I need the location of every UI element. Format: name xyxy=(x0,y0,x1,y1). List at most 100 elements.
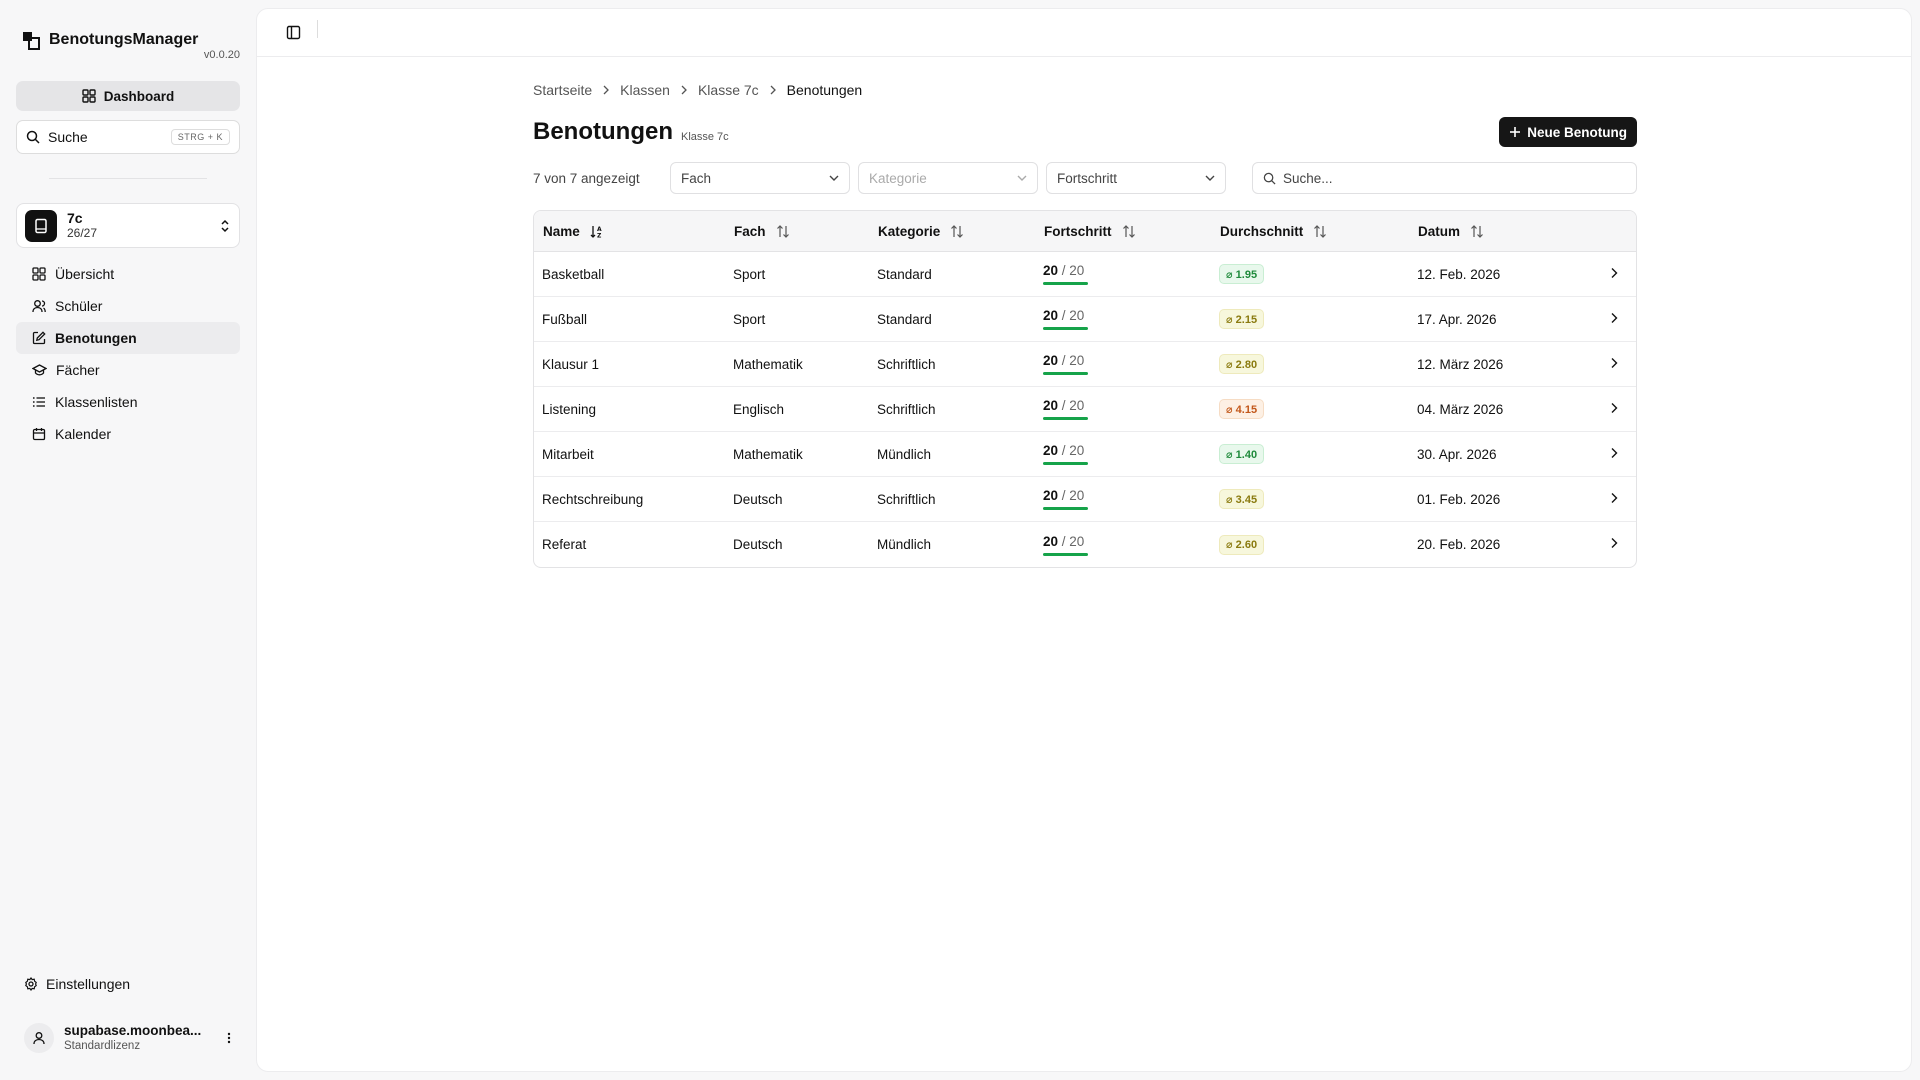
progress-done: 20 xyxy=(1043,263,1059,278)
grading-category: Schriftlich xyxy=(877,401,936,417)
cell-fortschritt: 20 / 20 xyxy=(1035,477,1211,522)
sidebar-toggle-button[interactable] xyxy=(281,21,305,45)
average-badge: ⌀ 1.95 xyxy=(1219,264,1265,284)
col-fortschritt[interactable]: Fortschritt xyxy=(1035,211,1211,252)
sidebar-item-label: Kalender xyxy=(55,426,112,442)
table-search[interactable] xyxy=(1252,162,1637,194)
title-row: Benotungen Klasse 7c Neue Benotung xyxy=(533,115,1637,149)
main-panel: Startseite Klassen Klasse 7c Benotungen … xyxy=(256,8,1912,1072)
logo-icon xyxy=(23,32,40,50)
cell-open[interactable] xyxy=(1596,432,1636,477)
breadcrumb-startseite[interactable]: Startseite xyxy=(533,82,592,98)
table-row[interactable]: Basketball Sport Standard 20 / 20 ⌀ 1.95… xyxy=(534,252,1636,297)
table-search-input[interactable] xyxy=(1283,170,1626,186)
average-badge: ⌀ 4.15 xyxy=(1219,399,1265,419)
panel-left-icon xyxy=(286,25,300,40)
grading-name: Listening xyxy=(542,401,597,417)
col-name-label: Name xyxy=(543,223,580,239)
cell-open[interactable] xyxy=(1596,477,1636,522)
sort-icon xyxy=(951,224,964,238)
cell-open[interactable] xyxy=(1596,342,1636,387)
chevron-right-icon xyxy=(603,85,610,95)
cell-fach: Englisch xyxy=(725,387,869,432)
progress-text: 20 / 20 xyxy=(1043,488,1211,504)
cell-open[interactable] xyxy=(1596,387,1636,432)
cell-fortschritt: 20 / 20 xyxy=(1035,387,1211,432)
sidebar-item-faecher[interactable]: Fächer xyxy=(16,354,240,386)
cell-datum: 01. Feb. 2026 xyxy=(1409,477,1596,522)
progress-text: 20 / 20 xyxy=(1043,353,1211,369)
table-row[interactable]: Rechtschreibung Deutsch Schriftlich 20 /… xyxy=(534,477,1636,522)
cell-fortschritt: 20 / 20 xyxy=(1035,252,1211,297)
table-header-row: Name A Z Fach Kategorie Fortschritt Durchs… xyxy=(534,211,1636,252)
table-row[interactable]: Klausur 1 Mathematik Schriftlich 20 / 20… xyxy=(534,342,1636,387)
grading-date: 04. März 2026 xyxy=(1417,401,1504,417)
class-switcher[interactable]: 7c 26/27 xyxy=(16,203,240,248)
chevron-down-icon xyxy=(829,175,839,181)
progress-bar xyxy=(1043,327,1088,330)
grading-category: Standard xyxy=(877,266,932,282)
dashboard-button[interactable]: Dashboard xyxy=(16,81,240,111)
chevron-right-icon xyxy=(1611,447,1618,458)
cell-open[interactable] xyxy=(1596,522,1636,567)
sidebar-item-kalender[interactable]: Kalender xyxy=(16,418,240,450)
cell-fortschritt: 20 / 20 xyxy=(1035,297,1211,342)
cell-open[interactable] xyxy=(1596,297,1636,342)
col-durchschnitt[interactable]: Durchschnitt xyxy=(1211,211,1409,252)
chevron-right-icon xyxy=(681,85,687,95)
list-icon xyxy=(32,397,45,407)
grading-category: Schriftlich xyxy=(877,356,936,372)
progress-text: 20 / 20 xyxy=(1043,263,1211,279)
col-fach[interactable]: Fach xyxy=(725,211,869,252)
breadcrumb: Startseite Klassen Klasse 7c Benotungen xyxy=(533,81,1637,99)
table-row[interactable]: Referat Deutsch Mündlich 20 / 20 ⌀ 2.60 … xyxy=(534,522,1636,567)
chevron-down-icon xyxy=(1205,175,1215,181)
table-row[interactable]: Fußball Sport Standard 20 / 20 ⌀ 2.15 17… xyxy=(534,297,1636,342)
fach-filter[interactable]: Fach xyxy=(670,162,850,194)
grading-date: 17. Apr. 2026 xyxy=(1417,311,1497,327)
plus-icon xyxy=(1510,127,1521,137)
sidebar-item-label: Schüler xyxy=(55,298,103,314)
table-row[interactable]: Mitarbeit Mathematik Mündlich 20 / 20 ⌀ … xyxy=(534,432,1636,477)
more-vertical-icon[interactable] xyxy=(226,1031,232,1045)
average-badge: ⌀ 1.40 xyxy=(1219,444,1265,464)
grading-category: Schriftlich xyxy=(877,491,936,507)
average-badge: ⌀ 3.45 xyxy=(1219,489,1265,509)
user-name: supabase.moonbea... xyxy=(64,1023,202,1038)
sidebar-item-schueler[interactable]: Schüler xyxy=(16,290,240,322)
cell-kategorie: Mündlich xyxy=(869,432,1035,477)
progress-total: / 20 xyxy=(1061,443,1085,458)
fach-filter-value: Fach xyxy=(681,170,712,186)
progress-bar xyxy=(1043,462,1088,465)
book-icon xyxy=(35,218,47,233)
cell-fach: Mathematik xyxy=(725,342,869,387)
table-row[interactable]: Listening Englisch Schriftlich 20 / 20 ⌀… xyxy=(534,387,1636,432)
grading-subject: Sport xyxy=(733,266,766,282)
svg-text:Z: Z xyxy=(597,232,602,238)
settings-link[interactable]: Einstellungen xyxy=(16,968,240,1000)
cell-datum: 20. Feb. 2026 xyxy=(1409,522,1596,567)
col-kategorie[interactable]: Kategorie xyxy=(869,211,1035,252)
sidebar-item-uebersicht[interactable]: Übersicht xyxy=(16,258,240,290)
cell-name: Fußball xyxy=(534,297,725,342)
cell-kategorie: Schriftlich xyxy=(869,387,1035,432)
progress-done: 20 xyxy=(1043,353,1059,368)
cell-open[interactable] xyxy=(1596,252,1636,297)
user-menu[interactable]: supabase.moonbea... Standardlizenz xyxy=(16,1016,240,1060)
col-name[interactable]: Name A Z xyxy=(534,211,725,252)
cell-kategorie: Standard xyxy=(869,297,1035,342)
sidebar-search[interactable]: Suche STRG + K xyxy=(16,120,240,154)
breadcrumb-klasse[interactable]: Klasse 7c xyxy=(698,82,759,98)
sidebar-search-label: Suche xyxy=(48,129,88,145)
col-datum[interactable]: Datum xyxy=(1409,211,1596,252)
sidebar-item-klassenlisten[interactable]: Klassenlisten xyxy=(16,386,240,418)
fortschritt-filter[interactable]: Fortschritt xyxy=(1046,162,1226,194)
col-actions xyxy=(1596,211,1636,252)
cell-kategorie: Mündlich xyxy=(869,522,1035,567)
edit-icon xyxy=(32,331,46,345)
kategorie-filter[interactable]: Kategorie xyxy=(858,162,1038,194)
sidebar-item-benotungen[interactable]: Benotungen xyxy=(16,322,240,354)
breadcrumb-klassen[interactable]: Klassen xyxy=(620,82,670,98)
new-grading-button[interactable]: Neue Benotung xyxy=(1499,117,1637,147)
class-year: 26/27 xyxy=(67,225,98,240)
